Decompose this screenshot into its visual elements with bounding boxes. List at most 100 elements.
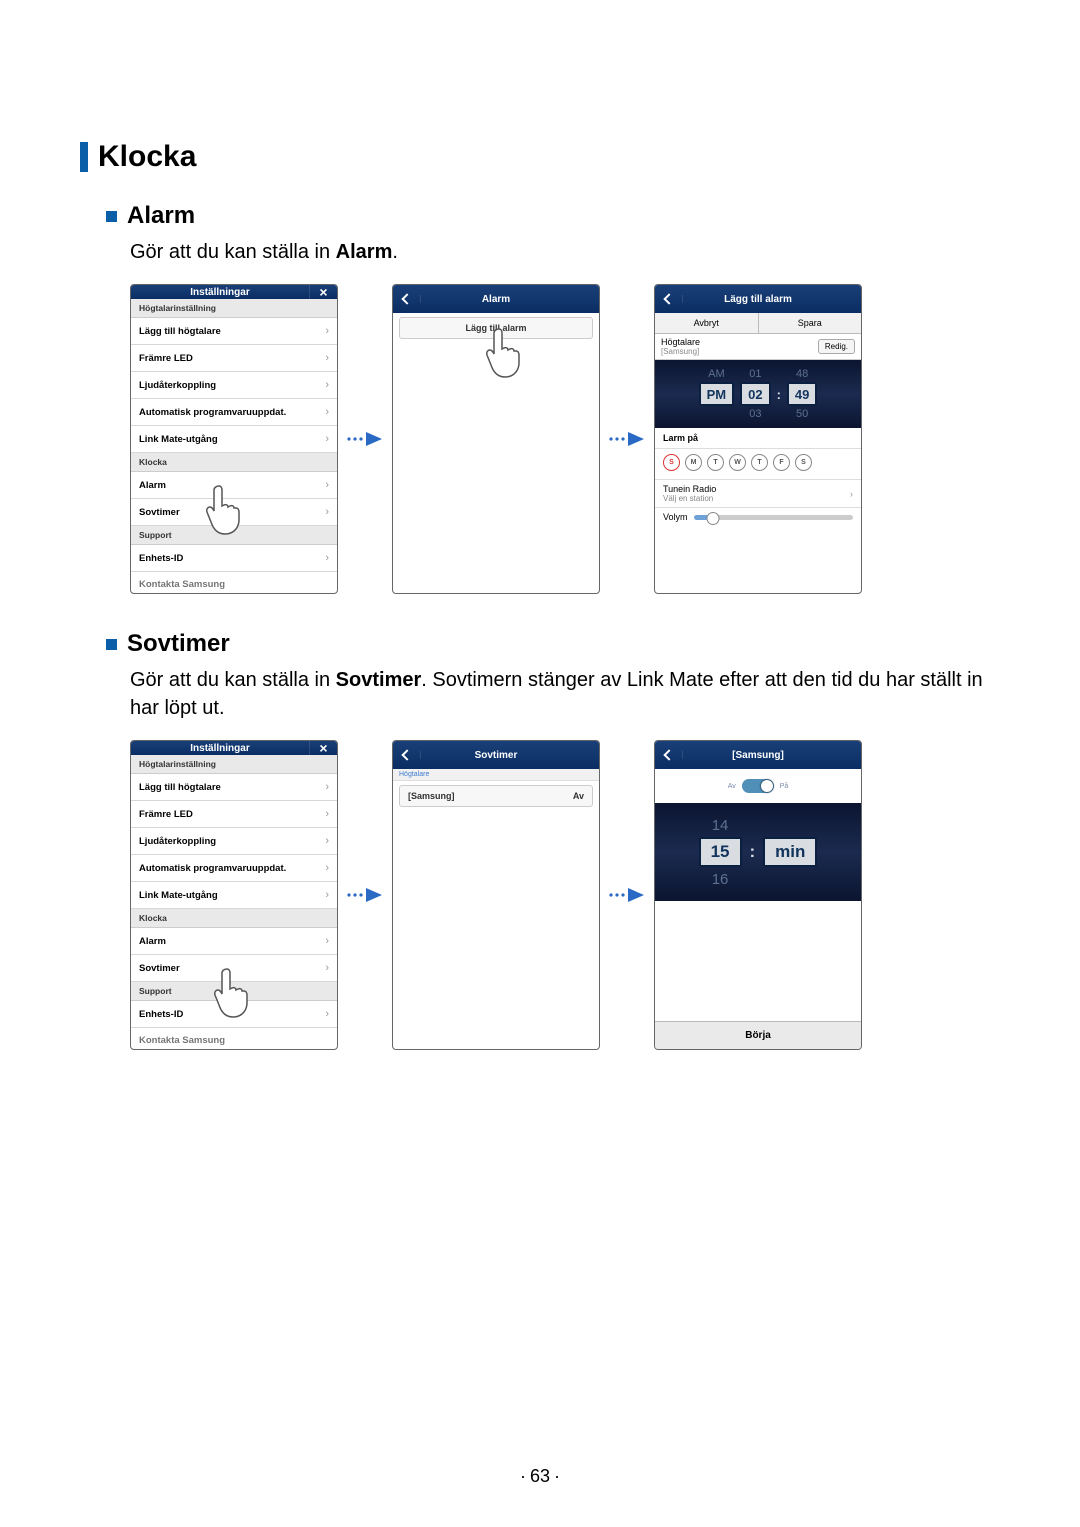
hour-column[interactable]: 01 02 03: [740, 366, 770, 422]
ampm-column[interactable]: AM PM: [699, 366, 735, 422]
cancel-label: Avbryt: [694, 318, 719, 328]
titlebar-sovtimer-text: Sovtimer: [421, 750, 571, 761]
day-toggle[interactable]: M: [685, 454, 702, 471]
wheel-value-faded: 01: [749, 366, 761, 382]
list-item[interactable]: Ljudåterkoppling›: [131, 828, 337, 855]
day-toggle[interactable]: W: [729, 454, 746, 471]
wheel-value-faded: 48: [796, 366, 808, 382]
list-item[interactable]: Främre LED›: [131, 345, 337, 372]
titlebar-alarm: Alarm: [393, 285, 599, 313]
list-item-label: Sovtimer: [139, 963, 180, 974]
chevron-right-icon: ›: [325, 808, 329, 820]
back-button[interactable]: [393, 295, 421, 303]
colon-column: :: [748, 813, 758, 891]
chevron-right-icon: ›: [325, 406, 329, 418]
day-label: T: [757, 459, 761, 466]
list-item[interactable]: Enhets-ID ›: [131, 545, 337, 572]
list-item[interactable]: Ljudåterkoppling›: [131, 372, 337, 399]
sov-desc-bold: Sovtimer: [336, 669, 422, 691]
titlebar-settings-text: Inställningar: [131, 743, 309, 754]
list-item[interactable]: Lägg till högtalare›: [131, 318, 337, 345]
list-item[interactable]: Automatisk programvaruuppdat.›: [131, 855, 337, 882]
back-button[interactable]: [655, 751, 683, 759]
list-item-label: Enhets-ID: [139, 553, 183, 564]
wheel-value-faded: 14: [712, 813, 729, 837]
on-off-switch[interactable]: [742, 779, 774, 793]
day-toggle[interactable]: T: [751, 454, 768, 471]
list-item-label: Lägg till högtalare: [139, 326, 221, 337]
day-toggle[interactable]: F: [773, 454, 790, 471]
list-item[interactable]: Främre LED›: [131, 801, 337, 828]
day-label: W: [734, 459, 741, 466]
chevron-right-icon: ›: [325, 962, 329, 974]
day-label: F: [779, 459, 783, 466]
chevron-right-icon: ›: [325, 889, 329, 901]
list-item[interactable]: Lägg till högtalare›: [131, 774, 337, 801]
list-item-label: Enhets-ID: [139, 1009, 183, 1020]
chevron-left-icon: [401, 293, 412, 304]
phone-settings-sovtimer: Inställningar × Högtalarinställning Lägg…: [130, 740, 338, 1050]
subheading-sovtimer: Sovtimer: [106, 630, 1000, 658]
back-button[interactable]: [655, 295, 683, 303]
edit-button[interactable]: Redig.: [818, 339, 855, 354]
page-number-text: 63: [516, 1466, 564, 1486]
titlebar-settings: Inställningar ×: [131, 741, 337, 755]
start-button[interactable]: Börja: [655, 1021, 861, 1049]
list-item[interactable]: Link Mate-utgång›: [131, 426, 337, 453]
section-header-speaker: Högtalarinställning: [131, 755, 337, 774]
alarm-desc-bold: Alarm: [336, 241, 393, 263]
chevron-left-icon: [401, 749, 412, 760]
tap-hand-icon: [209, 963, 255, 1021]
close-button[interactable]: ×: [309, 741, 337, 755]
close-icon: ×: [319, 285, 327, 299]
day-toggle[interactable]: S: [795, 454, 812, 471]
list-item-label: Ljudåterkoppling: [139, 836, 216, 847]
phone-add-alarm: Lägg till alarm Avbryt Spara Högtalare […: [654, 284, 862, 594]
titlebar-add-alarm-text: Lägg till alarm: [683, 294, 833, 305]
larm-pa-label: Larm på: [655, 428, 861, 449]
alarm-description: Gör att du kan ställa in Alarm.: [130, 238, 1000, 266]
day-label: S: [669, 459, 674, 466]
chevron-left-icon: [663, 293, 674, 304]
list-item-cutoff: Kontakta Samsung: [131, 572, 337, 594]
day-toggle[interactable]: S: [663, 454, 680, 471]
tunein-row[interactable]: Tunein Radio Välj en station ›: [655, 480, 861, 508]
section-header-speaker: Högtalarinställning: [131, 299, 337, 318]
list-item[interactable]: Automatisk programvaruuppdat.›: [131, 399, 337, 426]
list-item-label: Alarm: [139, 936, 166, 947]
list-item-label: Automatisk programvaruuppdat.: [139, 863, 286, 874]
save-button[interactable]: Spara: [759, 313, 862, 333]
switch-on-label: På: [780, 783, 789, 790]
cancel-button[interactable]: Avbryt: [655, 313, 759, 333]
list-item[interactable]: Link Mate-utgång›: [131, 882, 337, 909]
chevron-right-icon: ›: [325, 479, 329, 491]
start-label: Börja: [745, 1030, 771, 1041]
titlebar-alarm-text: Alarm: [421, 294, 571, 305]
time-picker[interactable]: AM PM 01 02 03 : 48 49 50: [655, 360, 861, 428]
heading-klocka: Klocka: [80, 140, 1000, 174]
speaker-value: [Samsung]: [661, 347, 700, 356]
list-item-label: Alarm: [139, 480, 166, 491]
section-header-klocka: Klocka: [131, 453, 337, 472]
list-item-label: Främre LED: [139, 353, 193, 364]
chevron-right-icon: ›: [850, 489, 853, 499]
titlebar-sovtimer: Sovtimer: [393, 741, 599, 769]
chevron-right-icon: ›: [325, 552, 329, 564]
accent-bar-icon: [80, 142, 88, 172]
speaker-group-header: Högtalare: [393, 769, 599, 781]
sovtimer-speaker-item[interactable]: [Samsung] Av: [399, 785, 593, 807]
day-toggle[interactable]: T: [707, 454, 724, 471]
list-item-label: Lägg till högtalare: [139, 782, 221, 793]
duration-picker[interactable]: 14 15 16 : min: [655, 803, 861, 901]
minute-column[interactable]: 14 15 16: [699, 813, 742, 891]
minute-column[interactable]: 48 49 50: [787, 366, 817, 422]
chevron-right-icon: ›: [325, 1008, 329, 1020]
tap-hand-icon: [481, 323, 527, 381]
edit-label: Redig.: [825, 342, 848, 351]
volume-label: Volym: [663, 512, 688, 522]
list-item-alarm[interactable]: Alarm›: [131, 928, 337, 955]
volume-slider[interactable]: [694, 515, 853, 520]
list-item-label: Ljudåterkoppling: [139, 380, 216, 391]
close-button[interactable]: ×: [309, 285, 337, 299]
back-button[interactable]: [393, 751, 421, 759]
